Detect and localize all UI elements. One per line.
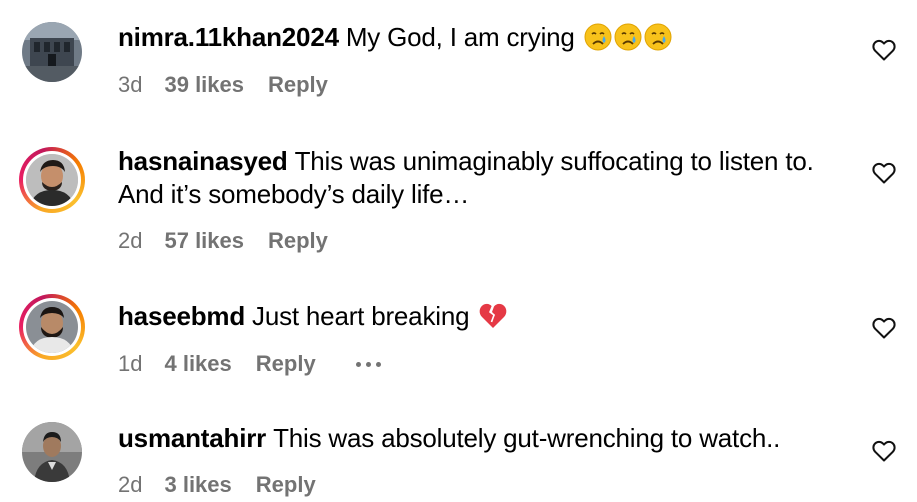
likes-count[interactable]: 57 likes: [164, 228, 244, 254]
reply-button[interactable]: Reply: [256, 472, 316, 498]
avatar[interactable]: [19, 147, 85, 213]
heart-icon[interactable]: [872, 317, 896, 339]
reply-button[interactable]: Reply: [268, 228, 328, 254]
comment-text: hasnainasyed This was unimaginably suffoc…: [118, 145, 848, 211]
comment-meta: 2d 3 likes Reply: [118, 472, 316, 498]
comment-time: 2d: [118, 472, 143, 497]
comment-body: This was unimaginably suffocating to lis…: [294, 146, 814, 176]
comment-text: haseebmd Just heart breaking: [118, 300, 848, 338]
comment-meta: 1d 4 likes Reply: [118, 351, 381, 377]
avatar[interactable]: [19, 294, 85, 360]
username[interactable]: hasnainasyed: [118, 146, 288, 176]
crying-face-icon: [644, 23, 672, 59]
comment-meta: 3d 39 likes Reply: [118, 72, 328, 98]
likes-count[interactable]: 4 likes: [164, 351, 231, 377]
heart-icon[interactable]: [872, 440, 896, 462]
username[interactable]: usmantahirr: [118, 423, 266, 453]
comment-time: 2d: [118, 228, 143, 253]
reply-button[interactable]: Reply: [268, 72, 328, 98]
crying-face-icon: [614, 23, 642, 59]
comment-time: 3d: [118, 72, 143, 97]
likes-count[interactable]: 39 likes: [164, 72, 244, 98]
broken-heart-icon: [478, 302, 508, 338]
username[interactable]: nimra.11khan2024: [118, 22, 339, 52]
comment-body: This was absolutely gut-wrenching to wat…: [273, 423, 781, 453]
comment-body: Just heart breaking: [252, 301, 470, 331]
comment-text: usmantahirr This was absolutely gut-wrenc…: [118, 422, 848, 455]
heart-icon[interactable]: [872, 39, 896, 61]
more-options-icon[interactable]: [355, 361, 381, 367]
heart-icon[interactable]: [872, 162, 896, 184]
reply-button[interactable]: Reply: [256, 351, 316, 377]
crying-face-icon: [584, 23, 612, 59]
username[interactable]: haseebmd: [118, 301, 245, 331]
likes-count[interactable]: 3 likes: [164, 472, 231, 498]
avatar[interactable]: [22, 422, 82, 482]
comment-body: My God, I am crying: [345, 22, 575, 52]
comment-time: 1d: [118, 351, 143, 376]
comment-text: nimra.11khan2024 My God, I am crying: [118, 21, 848, 59]
avatar[interactable]: [22, 22, 82, 82]
comment-body-line2: And it’s somebody’s daily life…: [118, 179, 470, 209]
comment-meta: 2d 57 likes Reply: [118, 228, 328, 254]
